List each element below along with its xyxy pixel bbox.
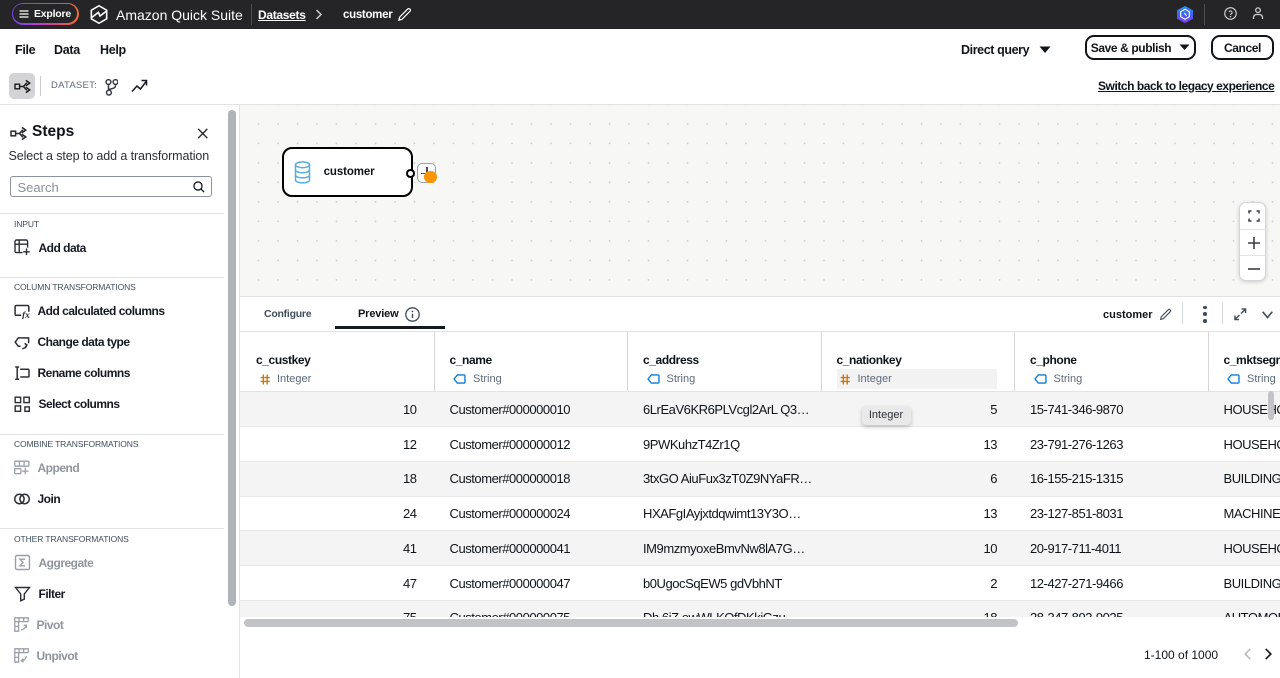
svg-text:fx: fx	[22, 311, 30, 319]
